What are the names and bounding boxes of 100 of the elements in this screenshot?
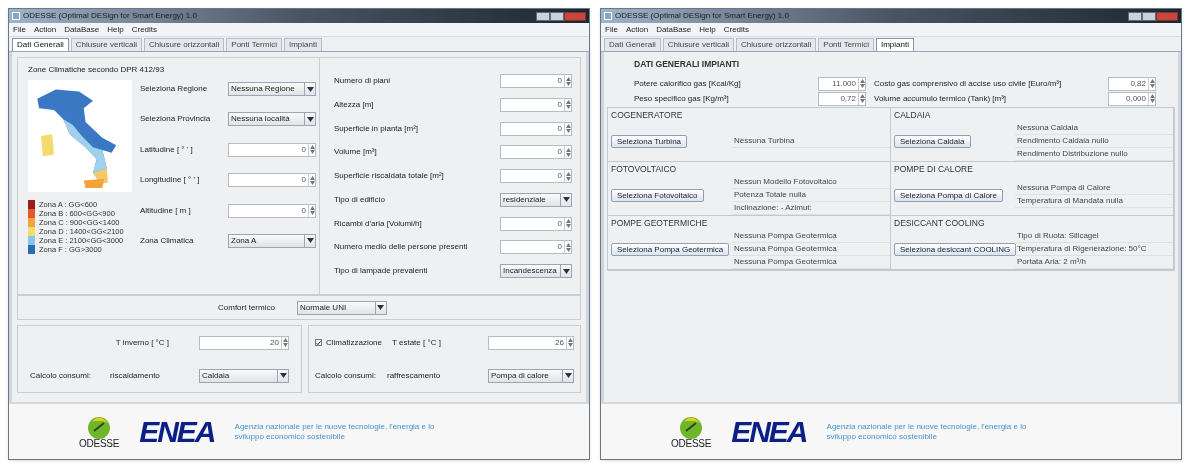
field-label: Comfort termico — [218, 301, 275, 314]
field-label: Superficie in pianta [m²] — [334, 122, 419, 135]
info-text: Rendimento Caldaia nullo — [1015, 134, 1173, 148]
number-spinner[interactable]: 0 — [228, 142, 316, 157]
number-spinner[interactable]: 26 — [488, 335, 574, 350]
info-text: Nessuna Pompa di Calore — [1015, 182, 1173, 195]
odesse-logo-icon — [86, 414, 113, 439]
tab[interactable]: Ponti Termici — [818, 38, 874, 51]
menu-item[interactable]: Credits — [723, 23, 750, 36]
number-spinner[interactable]: 0 — [500, 74, 572, 88]
field-label: Superficie riscaldata totale [m²] — [334, 170, 444, 182]
dropdown[interactable]: Caldaia — [199, 368, 289, 383]
field-label: Volume [m³] — [334, 146, 377, 159]
tab[interactable]: Dati Generali — [604, 38, 661, 51]
checkbox[interactable] — [315, 339, 322, 346]
section-title: FOTOVOLTAICO — [610, 163, 678, 175]
field-label: Numero di piani — [334, 75, 391, 87]
select-button[interactable]: Seleziona Caldaia — [894, 134, 971, 148]
minimize-button[interactable] — [536, 11, 550, 21]
select-button[interactable]: Seleziona Turbina — [611, 134, 688, 148]
field-label: Ricambi d'aria [Volumi/h] — [334, 217, 422, 230]
spinner-arrows-icon — [1149, 79, 1155, 89]
field-label: Potere calorifico gas [Kcal/Kg] — [634, 77, 742, 90]
menu-item[interactable]: Help — [107, 23, 124, 36]
tab[interactable]: Dati Generali — [12, 38, 69, 51]
number-spinner[interactable]: 0,82 — [1108, 76, 1156, 91]
tab[interactable]: Chiusure verticali — [662, 38, 735, 51]
field-label: Calcolo consumi: — [30, 369, 92, 382]
info-text: Nessuna Caldaia — [1015, 121, 1173, 135]
number-spinner[interactable]: 20 — [199, 335, 289, 350]
number-spinner[interactable]: 0,72 — [818, 91, 866, 106]
tab[interactable]: Impianti — [875, 38, 914, 51]
section-title: CALDAIA — [893, 109, 932, 121]
menu-item[interactable]: File — [605, 23, 618, 36]
agency-tagline: Agenzia nazionale per le nuove tecnologie, l'energia e lo sviluppo economico sostenibile — [234, 421, 436, 442]
tab[interactable]: Chiusure orizzontali — [736, 38, 817, 51]
minimize-button[interactable] — [1128, 11, 1142, 21]
number-spinner[interactable]: 0 — [500, 121, 572, 136]
menu-item[interactable]: Action — [625, 23, 649, 36]
tab[interactable]: Impianti — [283, 38, 322, 51]
tab[interactable]: Chiusure orizzontali — [144, 38, 225, 51]
spinner-arrows-icon — [309, 175, 315, 185]
spinner-arrows-icon — [859, 79, 865, 89]
number-spinner[interactable]: 0,000 — [1108, 91, 1156, 106]
section-title: COGENERATORE — [610, 109, 684, 121]
caret-icon — [279, 373, 287, 378]
window-title: ODESSE (Optimal DESign for Smart Energy) 1.0 — [23, 10, 198, 22]
number-spinner[interactable]: 0 — [500, 169, 572, 183]
field-label: T inverno [ °C ] — [115, 336, 169, 349]
maximize-button[interactable] — [1142, 11, 1156, 21]
dropdown[interactable]: residenziale — [500, 192, 572, 207]
dropdown[interactable]: Pompa di calore — [488, 368, 574, 383]
field-label: raffrescamento — [387, 369, 442, 382]
menu-item[interactable]: DataBase — [656, 23, 692, 36]
select-button[interactable]: Seleziona desiccant COOLING — [894, 242, 1017, 256]
dropdown[interactable]: Normale UNI — [296, 300, 387, 315]
dropdown[interactable]: Nessuna Regione — [228, 82, 316, 96]
section-title: Zone Climatiche secondo DPR 412/93 — [28, 64, 166, 76]
spinner-arrows-icon — [565, 171, 571, 181]
section-title: DATI GENERALI IMPIANTI — [634, 58, 741, 71]
number-spinner[interactable]: 11.000 — [818, 76, 866, 91]
info-text: Potenza Totale nulla — [732, 188, 890, 202]
number-spinner[interactable]: 0 — [228, 173, 316, 188]
dropdown[interactable]: Incandescenza — [500, 264, 572, 278]
tab[interactable]: Chiusure verticali — [70, 38, 143, 51]
select-button[interactable]: Seleziona Pompa Geotermica — [611, 242, 730, 256]
menu-item[interactable]: File — [13, 23, 26, 36]
section-title: POMPE DI CALORE — [893, 163, 974, 175]
number-spinner[interactable]: 0 — [500, 145, 572, 160]
section-title: POMPE GEOTERMICHE — [610, 217, 709, 229]
field-label: Longitudine [ ° ' ] — [140, 174, 200, 187]
info-text: Nessun Modello Fotovoltaico — [732, 175, 890, 189]
select-button[interactable]: Seleziona Pompa di Calore — [894, 188, 1003, 202]
field-label: riscaldamento — [110, 369, 161, 382]
select-button[interactable]: Seleziona Fotovoltaico — [611, 188, 704, 202]
menu-item[interactable]: Credits — [131, 23, 158, 36]
spinner-arrows-icon — [309, 145, 315, 155]
caret-icon — [306, 238, 314, 244]
info-text: Nessuna Pompa Geotermica — [732, 255, 890, 269]
agency-tagline: Agenzia nazionale per le nuove tecnologie, l'energia e lo sviluppo economico sostenibile — [826, 421, 1028, 442]
spinner-arrows-icon — [565, 219, 571, 228]
menu-item[interactable]: Action — [33, 23, 57, 36]
field-label: Volume accumulo termico (Tank) [m³] — [874, 92, 1008, 105]
number-spinner[interactable]: 0 — [500, 216, 572, 231]
tab[interactable]: Ponti Termici — [226, 38, 282, 51]
menu-item[interactable]: Help — [699, 23, 716, 36]
info-text: Portata Aria: 2 m³/h — [1015, 255, 1173, 269]
number-spinner[interactable]: 0 — [500, 97, 572, 112]
dropdown[interactable]: Zona A — [228, 233, 316, 248]
field-label: Numero medio delle persone presenti — [334, 241, 468, 254]
field-label: Tipo di lampade prevalenti — [334, 265, 428, 277]
number-spinner[interactable]: 0 — [228, 203, 316, 218]
checkbox-label: Climatizzazione — [326, 336, 383, 349]
number-spinner[interactable]: 0 — [500, 240, 572, 255]
info-text: Rendimento Distribuzione nullo — [1015, 147, 1173, 161]
maximize-button[interactable] — [550, 11, 564, 21]
field-label: Seleziona Provincia — [140, 113, 211, 126]
dropdown[interactable]: Nessuna località — [228, 112, 316, 127]
caret-icon — [306, 116, 314, 122]
menu-item[interactable]: DataBase — [64, 23, 100, 36]
